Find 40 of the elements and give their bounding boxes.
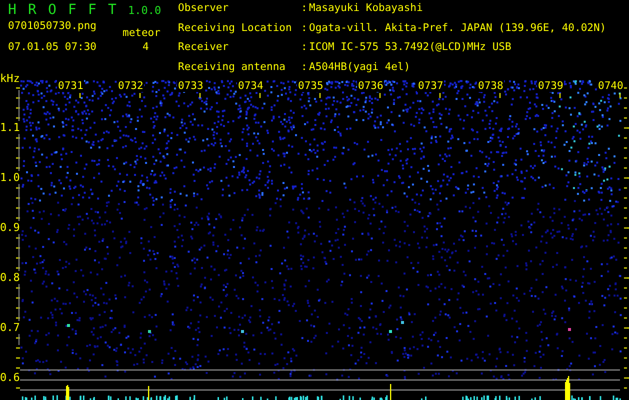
time-label: 0737 (417, 80, 444, 92)
info-label: Receiving antenna (178, 60, 286, 74)
info-separator: : (301, 22, 308, 36)
app-title-letter: O (48, 2, 58, 18)
info-label: Receiving Location (178, 22, 293, 36)
version-label: 1.0.0 (128, 4, 162, 17)
info-value: A504HB(yagi 4el) (309, 60, 412, 74)
info-label: Observer (178, 2, 230, 16)
info-value: Masayuki Kobayashi (309, 2, 424, 16)
info-value: ICOM IC-575 53.7492(@LCD)MHz USB (309, 41, 512, 55)
time-label: 0732 (117, 80, 144, 92)
time-label: 0736 (357, 80, 384, 92)
time-label: 0739 (537, 80, 564, 92)
date-time: 07.01.05 07:30 (8, 41, 97, 53)
app-title-letter: F (68, 2, 78, 18)
time-label: 0738 (477, 80, 504, 92)
info-separator: : (301, 2, 308, 16)
axis-unit: kHz (0, 72, 20, 85)
info-label: Receiver (178, 41, 230, 55)
axis-label: 0.8 (0, 271, 20, 284)
info-separator: : (301, 60, 308, 74)
app-title-letter: F (88, 2, 98, 18)
time-label: 0734 (237, 80, 264, 92)
axis-label: 0.7 (0, 321, 20, 334)
info-value: Ogata-vill. Akita-Pref. JAPAN (139.96E, 40.02N) (309, 22, 606, 36)
time-label: 0731 (57, 80, 84, 92)
axis-label: 1.1 (0, 121, 20, 134)
meteor-count: 4 (142, 41, 149, 53)
axis-label: 1.0 (0, 171, 20, 184)
axis-label: 0.6 (0, 371, 20, 384)
axis-label: 0.9 (0, 221, 20, 234)
time-label: 0735 (297, 80, 324, 92)
info-separator: : (301, 41, 308, 55)
app-title-letter: H (8, 2, 18, 18)
app-title-letter: R (28, 2, 38, 18)
time-label: 0733 (177, 80, 204, 92)
meteor-label: meteor (122, 27, 160, 39)
time-label: 0740 (597, 80, 624, 92)
app-title-letter: T (108, 2, 118, 18)
file-name: 0701050730.png (8, 20, 97, 34)
